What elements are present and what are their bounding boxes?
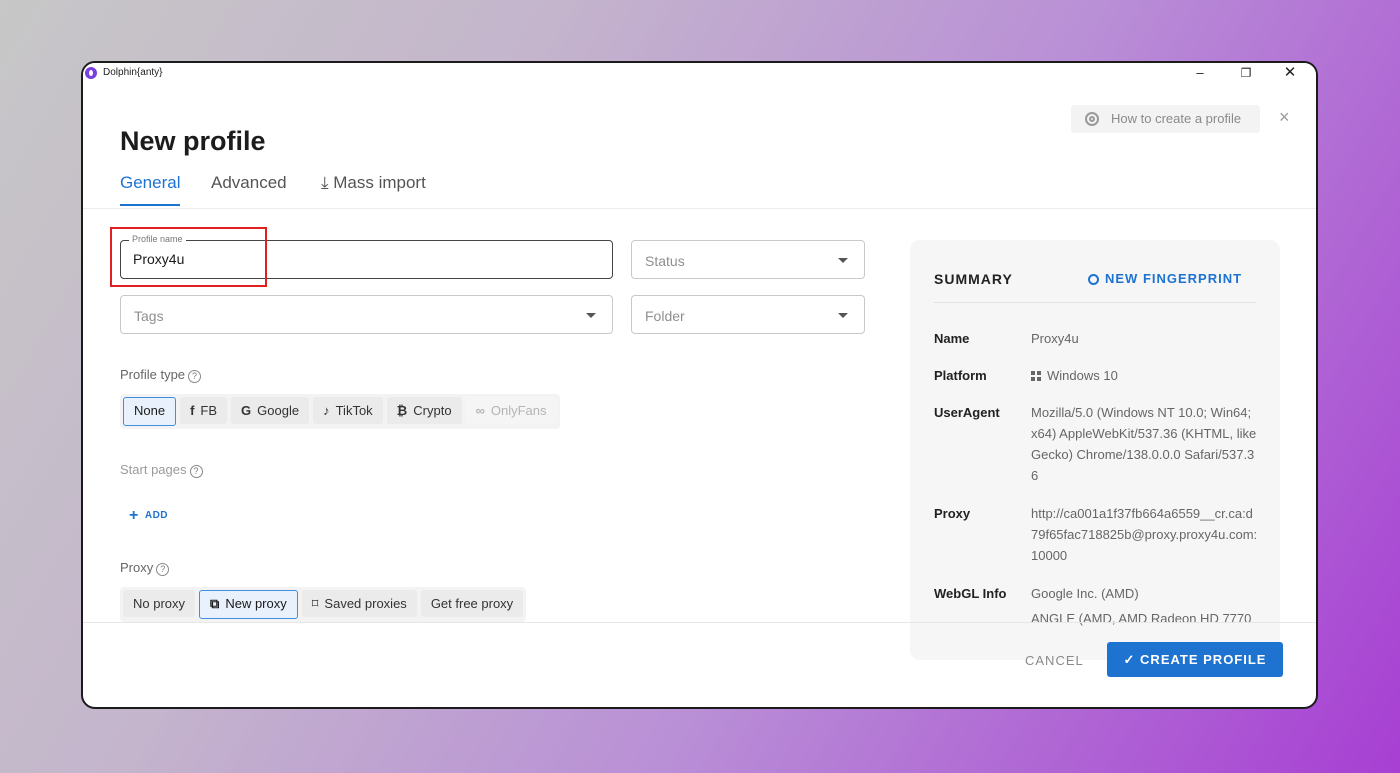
- new-fingerprint-label: NEW FINGERPRINT: [1105, 271, 1243, 286]
- help-button[interactable]: How to create a profile: [1071, 105, 1260, 133]
- summary-key-useragent: UserAgent: [934, 405, 1000, 420]
- proxy-option-new-proxy-label: New proxy: [225, 596, 287, 611]
- bookmark-icon: ⌑: [311, 596, 319, 611]
- chevron-down-icon: [838, 313, 848, 318]
- profile-type-none[interactable]: None: [123, 397, 177, 426]
- proxy-option-get-free-proxy[interactable]: Get free proxy: [420, 590, 524, 617]
- status-select[interactable]: Status: [631, 240, 865, 279]
- help-button-label: How to create a profile: [1111, 111, 1242, 126]
- app-title: Dolphin{anty}: [103, 67, 163, 78]
- summary-key-platform: Platform: [934, 368, 987, 383]
- check-icon: ✓: [1123, 652, 1136, 667]
- add-start-page-label: ADD: [144, 510, 169, 521]
- app-window: Dolphin{anty} – ❐ ✕ New profile How to c…: [81, 61, 1318, 709]
- windows-icon: [1031, 371, 1041, 381]
- footer-divider: [83, 622, 1316, 623]
- proxy-option-new-proxy[interactable]: ⧉ New proxy: [199, 590, 298, 619]
- fingerprint-icon: [1088, 274, 1099, 285]
- summary-value-platform: Windows 10: [1031, 365, 1259, 386]
- profile-type-label-text: Profile type: [120, 367, 186, 382]
- lifebuoy-icon: [1085, 112, 1099, 126]
- minimize-button[interactable]: –: [1180, 63, 1220, 85]
- download-icon: ⤓: [321, 173, 329, 192]
- crypto-icon: ₿: [396, 403, 408, 418]
- summary-key-webgl: WebGL Info: [934, 586, 1007, 601]
- create-profile-label: CREATE PROFILE: [1140, 652, 1267, 667]
- profile-type-onlyfans: ∞ OnlyFans: [465, 397, 557, 424]
- proxy-label-text: Proxy: [120, 560, 154, 575]
- header-divider: [83, 208, 1316, 209]
- proxy-label: Proxy?: [120, 560, 170, 576]
- dialog-close-button[interactable]: ×: [1279, 107, 1290, 128]
- create-profile-button[interactable]: ✓ CREATE PROFILE: [1107, 642, 1283, 677]
- onlyfans-icon: ∞: [475, 403, 485, 418]
- summary-value-platform-text: Windows 10: [1047, 368, 1118, 383]
- summary-key-name: Name: [934, 331, 970, 346]
- help-question-icon[interactable]: ?: [188, 370, 202, 383]
- summary-panel: SUMMARY NEW FINGERPRINT Name Proxy4u Pla…: [910, 240, 1280, 660]
- cancel-button[interactable]: CANCEL: [1025, 653, 1084, 668]
- summary-key-proxy: Proxy: [934, 506, 971, 521]
- profile-type-crypto[interactable]: ₿ Crypto: [386, 397, 462, 424]
- proxy-option-saved-proxies[interactable]: ⌑ Saved proxies: [301, 590, 417, 617]
- google-icon: G: [241, 403, 252, 418]
- start-pages-label-text: Start pages: [120, 462, 187, 477]
- profile-type-tiktok-label: TikTok: [335, 403, 373, 418]
- proxy-option-saved-proxies-label: Saved proxies: [324, 596, 407, 611]
- profile-type-fb-label: FB: [200, 403, 218, 418]
- proxy-option-no-proxy[interactable]: No proxy: [123, 590, 196, 617]
- profile-type-crypto-label: Crypto: [413, 403, 452, 418]
- folder-select[interactable]: Folder: [631, 295, 865, 334]
- profile-type-fb[interactable]: f FB: [180, 397, 228, 424]
- profile-type-tiktok[interactable]: ♪ TikTok: [313, 397, 383, 424]
- summary-title: SUMMARY: [934, 271, 1013, 287]
- summary-divider: [934, 302, 1256, 303]
- status-placeholder: Status: [645, 253, 685, 269]
- profile-type-onlyfans-label: OnlyFans: [490, 403, 547, 418]
- plus-icon: +: [129, 507, 139, 524]
- tags-select[interactable]: Tags: [120, 295, 613, 334]
- proxy-option-group: No proxy ⧉ New proxy ⌑ Saved proxies Get f…: [120, 587, 527, 622]
- new-fingerprint-button[interactable]: NEW FINGERPRINT: [1088, 271, 1242, 286]
- window-close-button[interactable]: ✕: [1270, 63, 1310, 85]
- summary-value-webgl-renderer: ANGLE (AMD, AMD Radeon HD 7770: [1031, 611, 1252, 626]
- maximize-button[interactable]: ❐: [1226, 63, 1266, 85]
- help-question-icon[interactable]: ?: [189, 465, 203, 478]
- page-title: New profile: [120, 126, 266, 156]
- title-bar: Dolphin{anty} – ❐ ✕: [83, 63, 1316, 85]
- chevron-down-icon: [838, 258, 848, 263]
- tab-advanced[interactable]: Advanced: [211, 173, 287, 193]
- tags-placeholder: Tags: [134, 308, 164, 324]
- summary-value-proxy: http://ca001a1f37fb664a6559__cr.ca:d79f6…: [1031, 506, 1258, 563]
- profile-type-google[interactable]: G Google: [231, 397, 310, 424]
- profile-type-label: Profile type?: [120, 367, 202, 383]
- chevron-down-icon: [586, 313, 596, 318]
- summary-value-useragent: Mozilla/5.0 (Windows NT 10.0; Win64; x64…: [1031, 405, 1257, 483]
- summary-value-name: Proxy4u: [1031, 331, 1079, 346]
- summary-value-webgl-vendor: Google Inc. (AMD): [1031, 586, 1139, 601]
- profile-type-google-label: Google: [257, 403, 300, 418]
- profile-type-group: None f FB G Google ♪ TikTok ₿ Crypto ∞ OnlyFa…: [120, 394, 560, 429]
- dolphin-logo-icon: [85, 67, 97, 79]
- active-tab-indicator: [120, 204, 180, 206]
- add-start-page-button[interactable]: + ADD: [129, 507, 168, 525]
- tab-general[interactable]: General: [120, 173, 180, 193]
- tab-mass-import-label: Mass import: [333, 173, 426, 192]
- annotation-highlight-box: [110, 227, 267, 287]
- facebook-icon: f: [190, 403, 195, 418]
- tab-mass-import[interactable]: ⤓ Mass import: [321, 173, 426, 193]
- folder-placeholder: Folder: [645, 308, 685, 324]
- start-pages-label: Start pages?: [120, 462, 203, 478]
- new-proxy-icon: ⧉: [210, 596, 220, 611]
- tiktok-icon: ♪: [323, 403, 330, 418]
- help-question-icon[interactable]: ?: [156, 563, 170, 576]
